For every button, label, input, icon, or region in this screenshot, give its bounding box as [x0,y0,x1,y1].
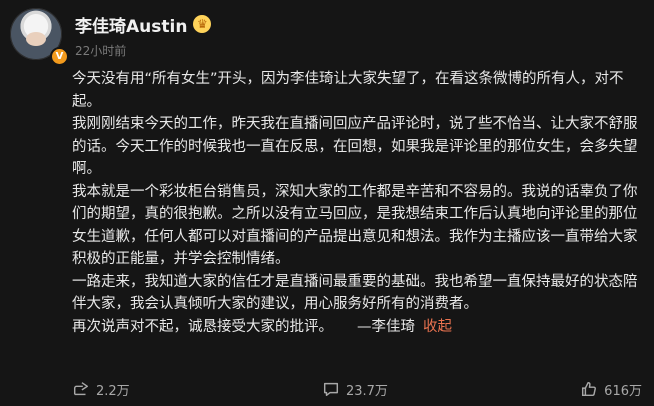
username[interactable]: 李佳琦Austin [75,12,187,37]
comment-button[interactable]: 23.7万 [322,380,388,399]
comment-count: 23.7万 [345,383,388,399]
paragraph-1: 今天没有用“所有女生”开头，因为李佳琦让大家失望了，在看这条微博的所有人，对不起… [72,71,624,110]
name-row: 李佳琦Austin ♛ [75,12,212,37]
like-button[interactable]: 616万 [580,380,642,399]
avatar-face [26,32,46,46]
action-bar: 2.2万 23.7万 616万 [72,378,642,400]
post-content: 今天没有用“所有女生”开头，因为李佳琦让大家失望了，在看这条微博的所有人，对不起… [72,68,642,338]
paragraph-2: 我刚刚结束今天的工作，昨天我在直播间回应产品评论时，说了些不恰当、让大家不舒服的… [72,116,638,177]
share-count: 2.2万 [96,383,130,399]
verified-badge-icon: V [50,47,69,66]
share-button[interactable]: 2.2万 [72,380,130,399]
paragraph-4: 一路走来，我知道大家的信任才是直播间最重要的基础。我也希望一直保持最好的状态陪伴… [72,273,638,313]
post-time[interactable]: 22小时前 [75,42,126,59]
like-icon [582,381,597,397]
paragraph-3: 我本就是一个彩妆柜台销售员，深知大家的工作都是辛苦和不容易的。我说的话辜负了你们… [72,183,638,268]
signature: —李佳琦 [357,318,415,335]
crown-icon[interactable]: ♛ [193,15,212,33]
collapse-link[interactable]: 收起 [423,319,452,335]
share-icon [73,382,89,396]
comment-icon [323,382,338,397]
like-count: 616万 [604,383,642,399]
closing-text: 再次说声对不起，诚恳接受大家的批评。 [72,318,333,335]
post-header: V 李佳琦Austin ♛ 22小时前 [10,8,650,68]
paragraph-5: 再次说声对不起，诚恳接受大家的批评。 —李佳琦 收起 [72,316,642,339]
